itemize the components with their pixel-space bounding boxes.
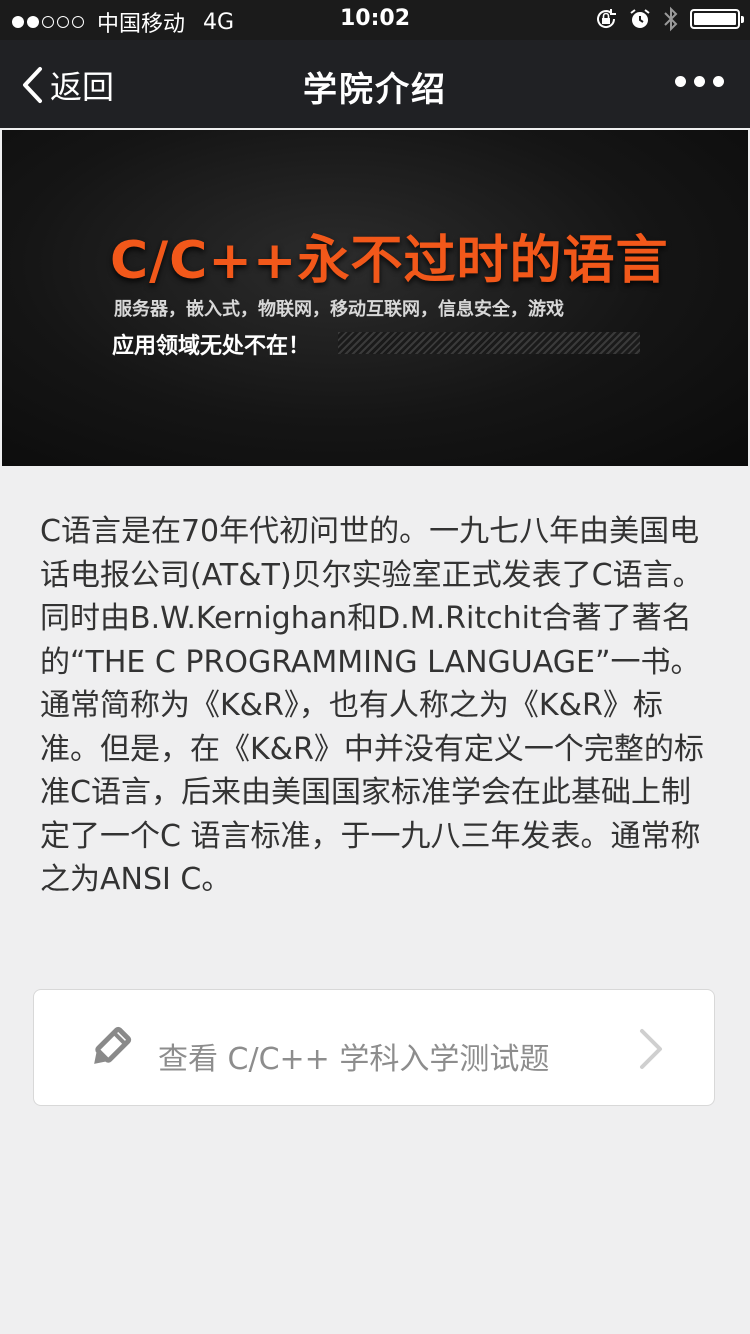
battery-icon [690, 9, 744, 29]
page-title: 学院介绍 [303, 70, 447, 110]
more-dot [713, 76, 724, 87]
quiz-link-label: 查看 C/C++ 学科入学测试题 [158, 1042, 550, 1077]
more-dot [675, 76, 686, 87]
banner-image: C/C++永不过时的语言 服务器，嵌入式，物联网，移动互联网，信息安全，游戏 应… [2, 130, 748, 466]
banner-tagline: 应用领域无处不在！ [112, 334, 311, 359]
rotation-lock-icon [597, 9, 616, 28]
quiz-link-card[interactable]: 查看 C/C++ 学科入学测试题 [33, 989, 715, 1106]
status-bar: 中国移动 4G 10:02 [0, 0, 750, 40]
nav-bar: 返回 学院介绍 [0, 40, 750, 128]
pencil-icon [94, 1026, 132, 1064]
more-options-button[interactable] [667, 76, 724, 87]
banner-headline: C/C++永不过时的语言 [110, 231, 669, 291]
bluetooth-icon [664, 6, 678, 32]
banner-stripes [338, 332, 640, 354]
intro-text: C语言是在70年代初问世的。一九七八年由美国电话电报公司(AT&T)贝尔实验室正… [40, 514, 704, 897]
banner-subline: 服务器，嵌入式，物联网，移动互联网，信息安全，游戏 [114, 299, 564, 320]
chevron-right-icon [640, 1029, 662, 1069]
more-dot [694, 76, 705, 87]
alarm-icon [630, 9, 650, 28]
